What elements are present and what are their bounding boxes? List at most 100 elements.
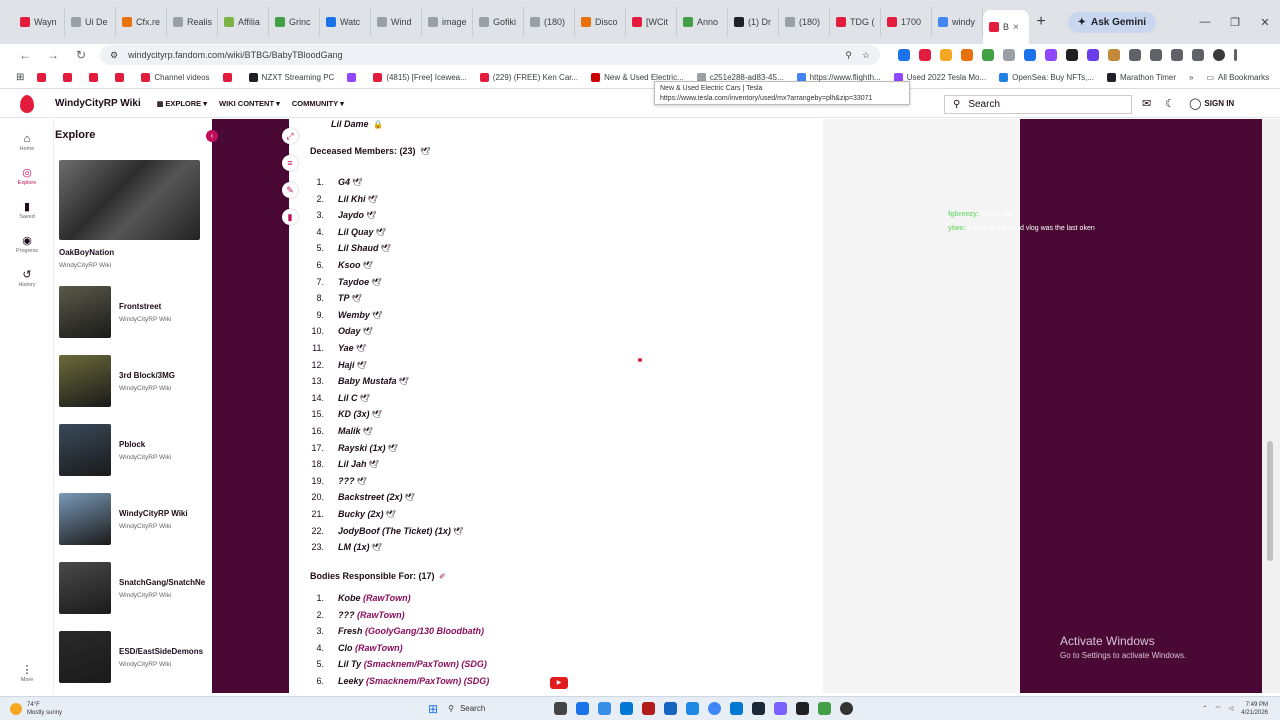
fandom-logo-icon[interactable]	[20, 94, 34, 113]
app-icon[interactable]	[686, 702, 700, 715]
browser-tab[interactable]: Disco	[575, 7, 626, 37]
extension-icon[interactable]	[898, 49, 910, 61]
app-icon[interactable]	[576, 702, 590, 715]
app-icon[interactable]	[598, 702, 612, 715]
gang-link[interactable]: (Smacknem/PaxTown) (SDG)	[366, 676, 489, 686]
explore-item[interactable]: Pblock WindyCityRP Wiki	[59, 424, 212, 476]
tab-search-icon[interactable]	[1192, 49, 1204, 61]
rail-item-progress[interactable]: ◉ Progress	[0, 234, 54, 254]
sign-in-button[interactable]: ◯ SIGN IN	[1189, 97, 1234, 110]
browser-tab[interactable]: TDG (	[830, 7, 881, 37]
page-scrollbar[interactable]	[1262, 119, 1280, 693]
bookmark-item[interactable]	[63, 73, 76, 82]
close-tab-icon[interactable]: ×	[1013, 22, 1019, 33]
app-icon[interactable]	[730, 702, 744, 715]
clock[interactable]: 7:49 PM 4/21/2026	[1241, 701, 1268, 717]
explore-item[interactable]: SnatchGang/SnatchNe WindyCityRP Wiki	[59, 562, 212, 614]
browser-tab[interactable]: Realis	[167, 7, 218, 37]
browser-tab[interactable]: (180)	[779, 7, 830, 37]
extension-icon[interactable]	[1045, 49, 1057, 61]
wiki-nav-item[interactable]: ▦ EXPLORE ▾	[157, 99, 207, 108]
bookmark-item[interactable]	[115, 73, 128, 82]
address-bar[interactable]: ⚙ windycityrp.fandom.com/wiki/BTBG/BabyT…	[100, 45, 880, 65]
task-view-icon[interactable]	[554, 702, 568, 715]
menu-dots-icon[interactable]	[1234, 49, 1237, 61]
gang-link[interactable]: (Smacknem/PaxTown) (SDG)	[364, 659, 487, 669]
active-tab[interactable]: B ×	[983, 10, 1029, 44]
steam-icon[interactable]	[752, 702, 766, 715]
bookmark-item[interactable]: (4815) [Free] Icewea...	[373, 73, 467, 82]
forward-icon[interactable]: →	[44, 48, 62, 62]
rail-item-explore[interactable]: ◎ Explore	[0, 166, 54, 186]
browser-tab[interactable]: Anno	[677, 7, 728, 37]
browser-tab[interactable]: Grinc	[269, 7, 320, 37]
extension-icon[interactable]	[940, 49, 952, 61]
browser-tab[interactable]: 1700	[881, 7, 932, 37]
explore-item[interactable]: ESD/EastSideDemons WindyCityRP Wiki	[59, 631, 212, 683]
browser-tab[interactable]: Cfx.re	[116, 7, 167, 37]
maximize-icon[interactable]: ❐	[1220, 16, 1250, 29]
bookmark-star-icon[interactable]: ☆	[862, 50, 870, 61]
weather-widget[interactable]: 74°F Mostly sunny	[10, 701, 62, 717]
browser-tab[interactable]: image	[422, 7, 473, 37]
extension-icon[interactable]	[919, 49, 931, 61]
wiki-name[interactable]: WindyCityRP Wiki	[55, 98, 141, 109]
gang-link[interactable]: (RawTown)	[355, 643, 403, 653]
site-info-icon[interactable]: ⚙	[110, 50, 118, 61]
collapse-panel-icon[interactable]: ‹	[206, 130, 218, 142]
expand-icon[interactable]: ⤢	[282, 128, 298, 144]
back-icon[interactable]: ←	[16, 48, 34, 62]
extension-icon[interactable]	[1087, 49, 1099, 61]
sidepanel-icon[interactable]	[1150, 49, 1162, 61]
extension-icon[interactable]	[1108, 49, 1120, 61]
ask-gemini-button[interactable]: ✦ Ask Gemini	[1067, 11, 1156, 33]
browser-tab[interactable]: (180)	[524, 7, 575, 37]
browser-tab[interactable]: Affilia	[218, 7, 269, 37]
browser-tab[interactable]: Gofiki	[473, 7, 524, 37]
browser-tab[interactable]: [WCit	[626, 7, 677, 37]
browser-tab[interactable]: Wayn	[14, 7, 65, 37]
app-icon[interactable]	[796, 702, 810, 715]
browser-tab[interactable]: Wind	[371, 7, 422, 37]
browser-tab[interactable]: Ui De	[65, 7, 116, 37]
bookmark-item[interactable]	[89, 73, 102, 82]
app-icon[interactable]	[620, 702, 634, 715]
extension-icon[interactable]	[961, 49, 973, 61]
close-window-icon[interactable]: ✕	[1250, 16, 1280, 29]
profile-avatar-icon[interactable]	[1213, 49, 1225, 61]
reload-icon[interactable]: ↻	[72, 48, 90, 62]
wiki-search-input[interactable]: ⚲ Search	[944, 95, 1132, 114]
bookmark-item[interactable]	[347, 73, 360, 82]
app-icon[interactable]	[774, 702, 788, 715]
new-tab-button[interactable]: +	[1029, 13, 1053, 31]
bookmark-item[interactable]: OpenSea: Buy NFTs,...	[999, 73, 1094, 82]
gang-link[interactable]: (RawTown)	[357, 610, 405, 620]
explore-item[interactable]: WindyCityRP Wiki WindyCityRP Wiki	[59, 493, 212, 545]
minimize-icon[interactable]: —	[1190, 16, 1220, 29]
download-icon[interactable]	[1171, 49, 1183, 61]
gang-link[interactable]: (GoolyGang/130 Bloodbath)	[365, 626, 484, 636]
wifi-icon[interactable]: ◠	[1215, 705, 1220, 712]
app-icon[interactable]	[664, 702, 678, 715]
rail-item-saved[interactable]: ▮ Saved	[0, 200, 54, 220]
wiki-nav-item[interactable]: COMMUNITY ▾	[292, 99, 344, 108]
gang-link[interactable]: (RawTown)	[363, 593, 411, 603]
explore-item[interactable]: 3rd Block/3MG WindyCityRP Wiki	[59, 355, 212, 407]
rail-more[interactable]: ⋮ More	[0, 663, 54, 683]
more-bookmarks-icon[interactable]: »	[1189, 73, 1193, 82]
browser-tab[interactable]: Watc	[320, 7, 371, 37]
bookmark-item[interactable]	[222, 73, 236, 82]
explore-item[interactable]: Frontstreet WindyCityRP Wiki	[59, 286, 212, 338]
extension-icon[interactable]	[1003, 49, 1015, 61]
extension-icon[interactable]	[982, 49, 994, 61]
wiki-nav-item[interactable]: WIKI CONTENT ▾	[219, 99, 280, 108]
bookmark-item[interactable]: Channel videos	[141, 73, 210, 82]
puzzle-icon[interactable]	[1129, 49, 1141, 61]
volume-icon[interactable]: ◁	[1229, 705, 1234, 712]
scroll-thumb[interactable]	[1267, 441, 1273, 561]
bookmark-item[interactable]: NZXT Streaming PC	[248, 73, 334, 82]
browser-tab[interactable]: windy	[932, 7, 983, 37]
app-icon[interactable]	[840, 702, 854, 715]
apps-grid-icon[interactable]: ⊞	[16, 72, 24, 83]
bookmark-icon[interactable]: ▮	[282, 209, 298, 225]
